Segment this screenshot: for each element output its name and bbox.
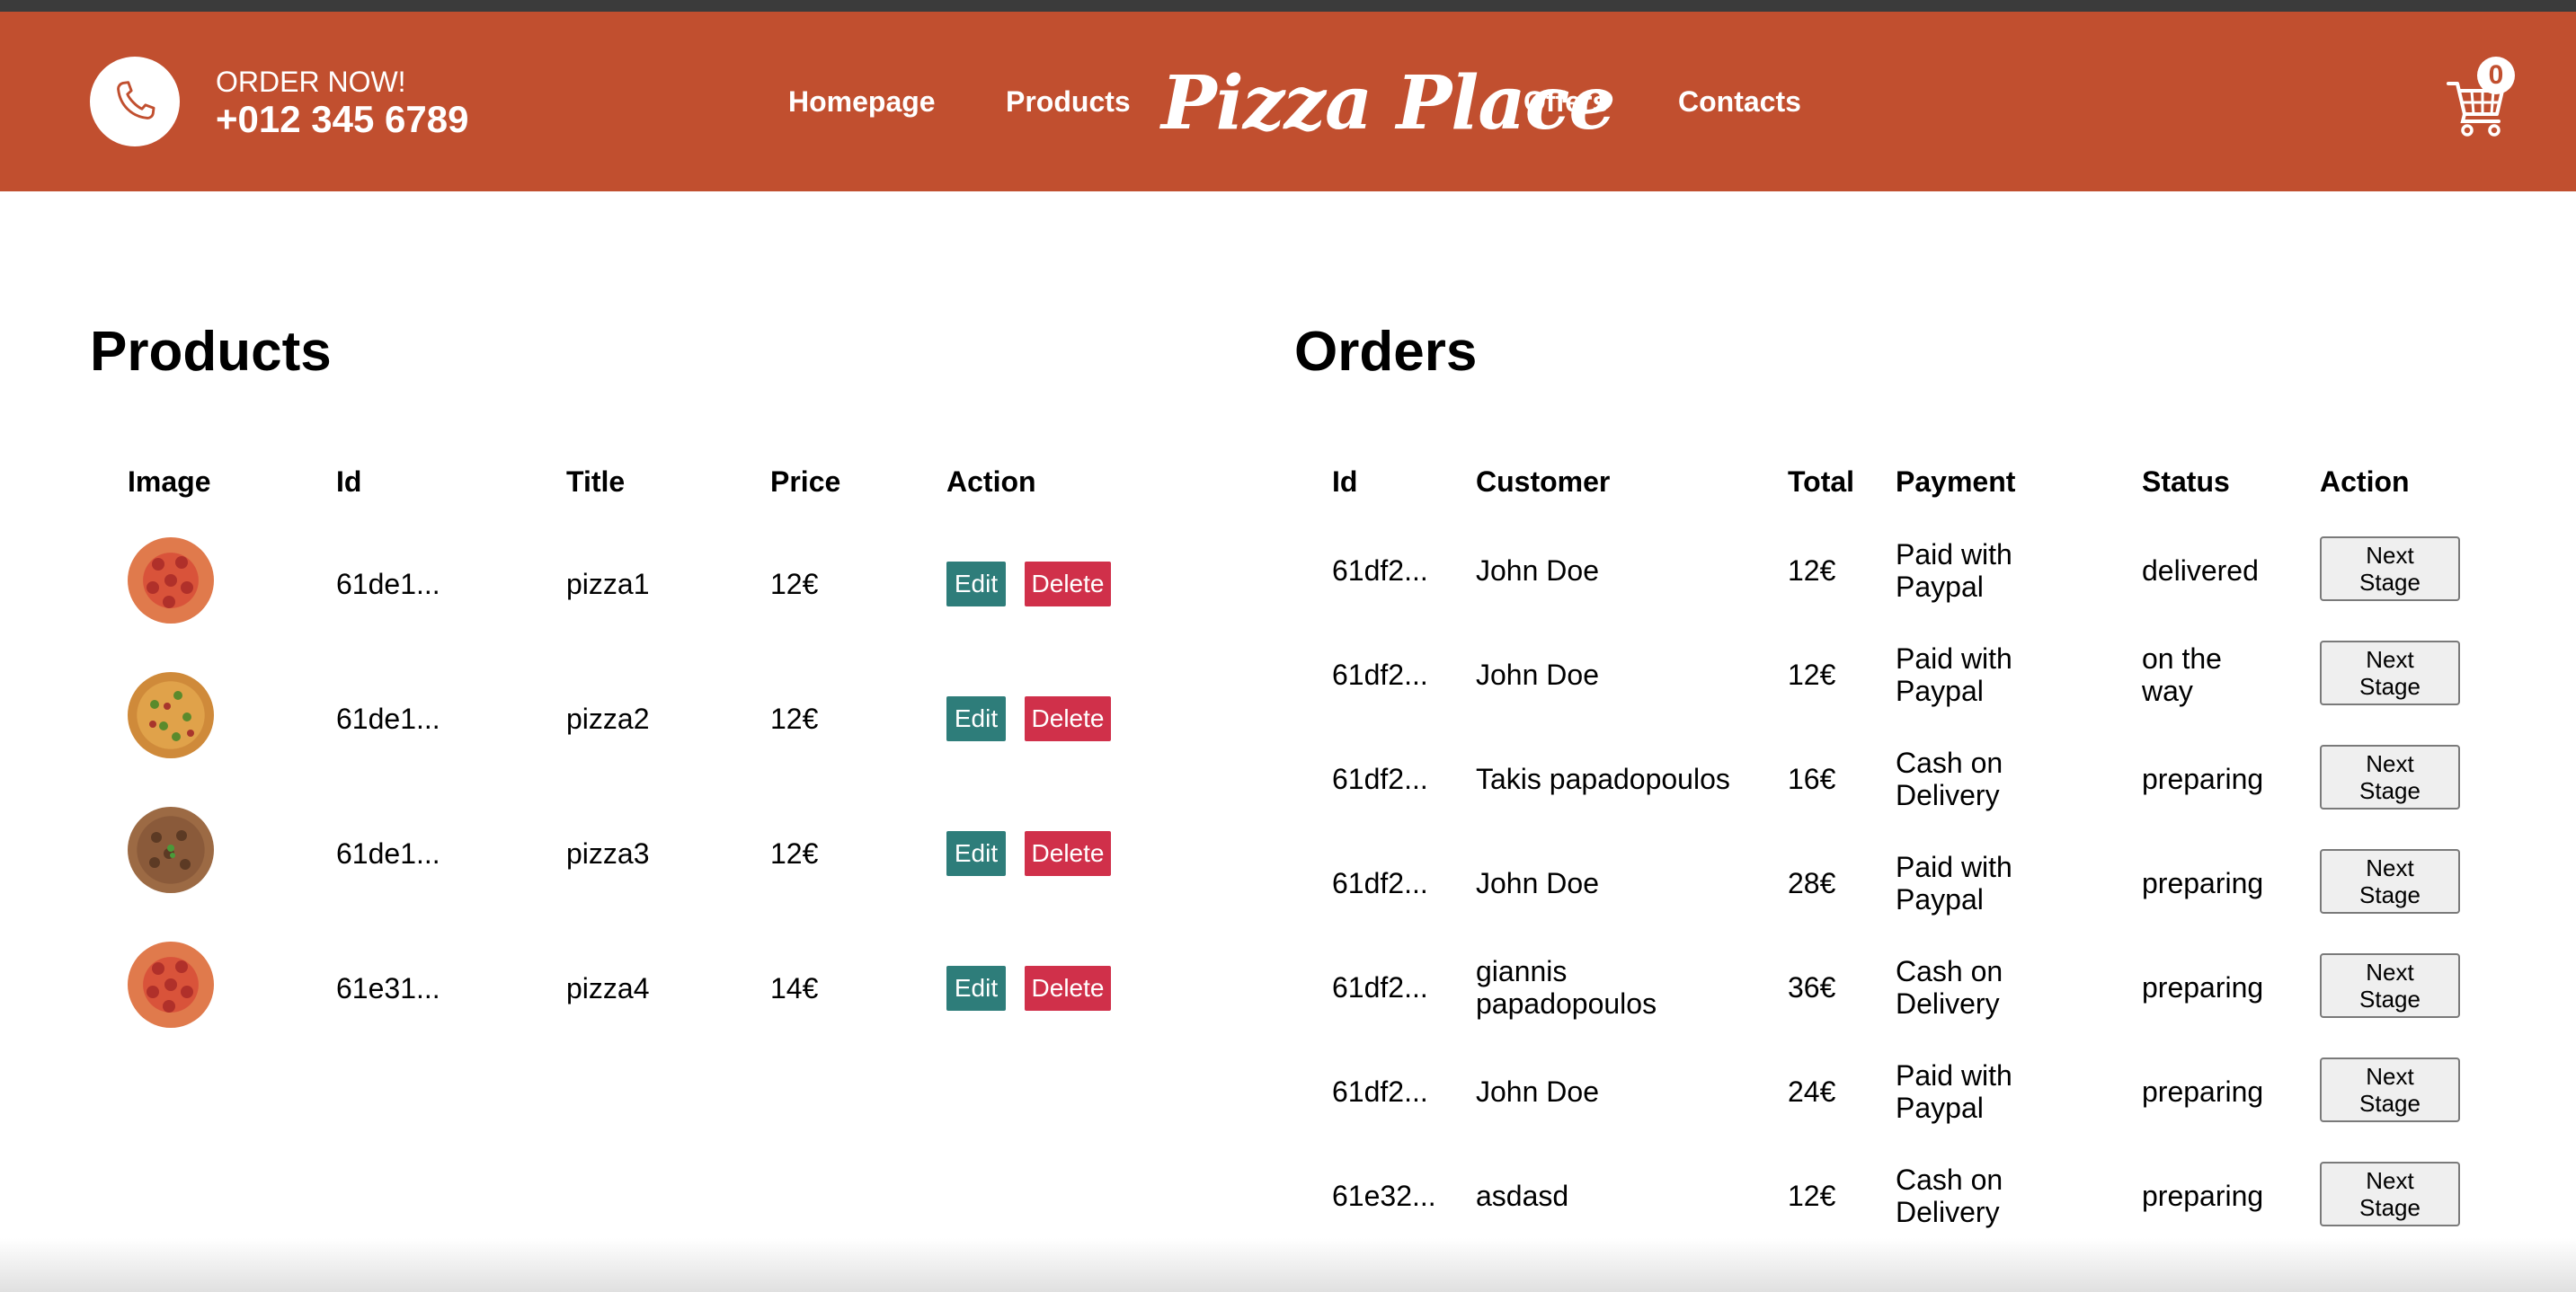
- order-total: 36€: [1788, 971, 1836, 1004]
- navbar: ORDER NOW! +012 345 6789 Homepage Produc…: [0, 12, 2576, 191]
- product-title: pizza2: [566, 703, 650, 735]
- meat-pizza-image: [128, 807, 214, 893]
- order-id: 61e32...: [1332, 1180, 1436, 1212]
- order-id: 61df2...: [1332, 659, 1428, 691]
- order-status: on the way: [2142, 642, 2222, 707]
- order-payment: Paid with Paypal: [1896, 1059, 2012, 1124]
- orders-col-status: Status: [2142, 465, 2230, 498]
- nav-contacts[interactable]: Contacts: [1678, 85, 1801, 119]
- next-stage-button[interactable]: Next Stage: [2320, 536, 2460, 601]
- order-payment: Cash on Delivery: [1896, 1164, 2003, 1228]
- product-title: pizza3: [566, 837, 650, 870]
- window-top-strip: [0, 0, 2576, 12]
- order-total: 24€: [1788, 1075, 1836, 1108]
- next-stage-button[interactable]: Next Stage: [2320, 641, 2460, 705]
- products-col-action: Action: [946, 465, 1036, 498]
- order-payment: Paid with Paypal: [1896, 642, 2012, 707]
- product-id: 61de1...: [336, 703, 440, 735]
- products-col-price: Price: [770, 465, 841, 498]
- order-payment: Paid with Paypal: [1896, 538, 2012, 603]
- next-stage-button[interactable]: Next Stage: [2320, 849, 2460, 914]
- order-total: 28€: [1788, 867, 1836, 899]
- orders-col-id: Id: [1332, 465, 1358, 498]
- order-status: preparing: [2142, 1180, 2264, 1212]
- delete-button[interactable]: Delete: [1025, 696, 1111, 741]
- phone-icon: [117, 81, 155, 119]
- product-price: 12€: [770, 837, 819, 870]
- vegetable-pizza-image: [128, 672, 214, 758]
- delete-button[interactable]: Delete: [1025, 562, 1111, 606]
- order-status: preparing: [2142, 1075, 2264, 1108]
- order-customer: John Doe: [1476, 554, 1599, 587]
- order-status: preparing: [2142, 867, 2264, 899]
- order-total: 12€: [1788, 1180, 1836, 1212]
- product-title: pizza1: [566, 568, 650, 600]
- order-customer: asdasd: [1476, 1180, 1569, 1212]
- product-id: 61de1...: [336, 837, 440, 870]
- edit-button[interactable]: Edit: [946, 831, 1006, 876]
- window-bottom-edge: [0, 1238, 2576, 1292]
- orders-col-total: Total: [1788, 465, 1855, 498]
- order-id: 61df2...: [1332, 867, 1428, 899]
- order-now-label: ORDER NOW!: [216, 66, 406, 98]
- order-status: preparing: [2142, 971, 2264, 1004]
- next-stage-button[interactable]: Next Stage: [2320, 1057, 2460, 1122]
- product-price: 12€: [770, 703, 819, 735]
- order-payment: Paid with Paypal: [1896, 851, 2012, 916]
- nav-products[interactable]: Products: [1006, 85, 1131, 119]
- cart-count-badge: 0: [2477, 57, 2515, 94]
- order-customer: John Doe: [1476, 1075, 1599, 1108]
- products-title: Products: [90, 321, 332, 383]
- order-id: 61df2...: [1332, 763, 1428, 795]
- products-col-title: Title: [566, 465, 626, 498]
- delete-button[interactable]: Delete: [1025, 831, 1111, 876]
- orders-col-payment: Payment: [1896, 465, 2016, 498]
- edit-button[interactable]: Edit: [946, 966, 1006, 1011]
- nav-offers[interactable]: Offers: [1523, 85, 1608, 119]
- order-id: 61df2...: [1332, 554, 1428, 587]
- order-payment: Cash on Delivery: [1896, 955, 2003, 1020]
- order-total: 16€: [1788, 763, 1836, 795]
- order-status: preparing: [2142, 763, 2264, 795]
- order-customer: giannis papadopoulos: [1476, 955, 1657, 1020]
- pepperoni-pizza-image: [128, 942, 214, 1028]
- orders-title: Orders: [1294, 321, 1478, 383]
- order-customer: John Doe: [1476, 867, 1599, 899]
- next-stage-button[interactable]: Next Stage: [2320, 1162, 2460, 1226]
- next-stage-button[interactable]: Next Stage: [2320, 953, 2460, 1018]
- products-col-image: Image: [128, 465, 211, 498]
- order-customer: John Doe: [1476, 659, 1599, 691]
- edit-button[interactable]: Edit: [946, 562, 1006, 606]
- orders-col-customer: Customer: [1476, 465, 1611, 498]
- order-total: 12€: [1788, 554, 1836, 587]
- orders-col-action: Action: [2320, 465, 2410, 498]
- order-payment: Cash on Delivery: [1896, 747, 2003, 811]
- order-total: 12€: [1788, 659, 1836, 691]
- product-id: 61de1...: [336, 568, 440, 600]
- order-id: 61df2...: [1332, 1075, 1428, 1108]
- product-title: pizza4: [566, 972, 650, 1004]
- phone-number[interactable]: +012 345 6789: [216, 98, 468, 141]
- product-id: 61e31...: [336, 972, 440, 1004]
- nav-homepage[interactable]: Homepage: [788, 85, 936, 119]
- edit-button[interactable]: Edit: [946, 696, 1006, 741]
- phone-button[interactable]: [90, 57, 180, 146]
- order-customer: Takis papadopoulos: [1476, 763, 1730, 795]
- order-id: 61df2...: [1332, 971, 1428, 1004]
- pepperoni-pizza-image: [128, 537, 214, 624]
- next-stage-button[interactable]: Next Stage: [2320, 745, 2460, 810]
- delete-button[interactable]: Delete: [1025, 966, 1111, 1011]
- order-status: delivered: [2142, 554, 2259, 587]
- product-price: 14€: [770, 972, 819, 1004]
- products-col-id: Id: [336, 465, 362, 498]
- product-price: 12€: [770, 568, 819, 600]
